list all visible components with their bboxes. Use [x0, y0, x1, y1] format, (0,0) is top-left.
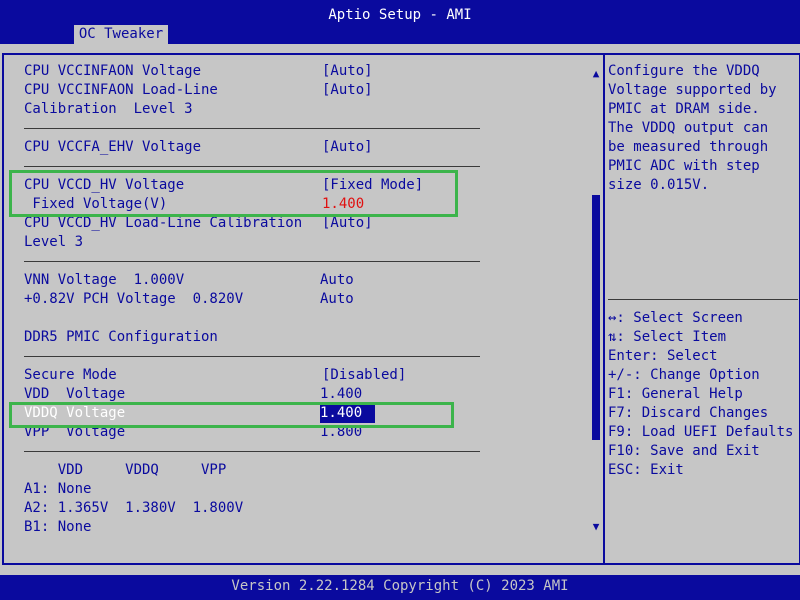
- setting-label-vccfa-ehv-voltage[interactable]: CPU VCCFA_EHV Voltage: [24, 138, 201, 157]
- app-title: Aptio Setup - AMI: [328, 7, 472, 23]
- setting-value-secure-mode[interactable]: [Disabled]: [322, 366, 406, 385]
- info-value-vnn-voltage: Auto: [320, 272, 354, 288]
- scroll-down-arrow-icon[interactable]: ▼: [590, 521, 602, 533]
- help-text-line: Configure the VDDQ: [608, 63, 760, 79]
- info-label-pch-voltage: +0.82V PCH Voltage 0.820V: [24, 291, 244, 307]
- pmic-table-row: A2: 1.365V 1.380V 1.800V: [24, 500, 244, 516]
- panel-divider: [603, 53, 605, 565]
- help-text-line: Voltage supported by: [608, 82, 777, 98]
- setting-label-vccinfaon-voltage[interactable]: CPU VCCINFAON Voltage: [24, 62, 201, 81]
- divider: [24, 261, 480, 262]
- key-legend-select-item: ⇅: Select Item: [608, 329, 727, 345]
- key-legend-load-defaults: F9: Load UEFI Defaults: [608, 424, 794, 440]
- help-text-line: size 0.015V.: [608, 177, 710, 193]
- key-legend-general-help: F1: General Help: [608, 386, 743, 402]
- scrollbar-thumb[interactable]: [592, 195, 600, 440]
- divider: [24, 166, 480, 167]
- section-heading-ddr5-pmic: DDR5 PMIC Configuration: [24, 329, 218, 345]
- info-value-pch-voltage: Auto: [320, 291, 354, 307]
- pmic-table-row: A1: None: [24, 481, 92, 497]
- divider: [24, 451, 480, 452]
- setting-label-vccinfaon-llc[interactable]: CPU VCCINFAON Load-Line: [24, 81, 218, 100]
- scroll-up-arrow-icon[interactable]: ▲: [590, 68, 602, 80]
- key-legend-discard-changes: F7: Discard Changes: [608, 405, 769, 421]
- setting-label-secure-mode[interactable]: Secure Mode: [24, 366, 117, 385]
- key-legend-exit: ESC: Exit: [608, 462, 684, 478]
- info-label-vnn-voltage: VNN Voltage 1.000V: [24, 272, 185, 288]
- help-text-line: PMIC at DRAM side.: [608, 101, 760, 117]
- setting-value-vccfa-ehv-voltage[interactable]: [Auto]: [322, 138, 373, 157]
- key-legend-enter: Enter: Select: [608, 348, 718, 364]
- key-legend-select-screen: ↔: Select Screen: [608, 310, 743, 326]
- divider: [24, 128, 480, 129]
- setting-value-vccinfaon-voltage[interactable]: [Auto]: [322, 62, 373, 81]
- tab-oc-tweaker[interactable]: OC Tweaker: [74, 25, 168, 44]
- setting-label-vccinfaon-llc-cont[interactable]: Calibration Level 3: [24, 100, 193, 119]
- version-footer: Version 2.22.1284 Copyright (C) 2023 AMI: [231, 578, 569, 594]
- divider: [24, 356, 480, 357]
- key-legend-change-option: +/-: Change Option: [608, 367, 760, 383]
- highlight-box-vccd-hv: [9, 170, 458, 217]
- setting-value-vccinfaon-llc[interactable]: [Auto]: [322, 81, 373, 100]
- pmic-table-row: B1: None: [24, 519, 92, 535]
- highlight-box-vddq: [9, 402, 454, 428]
- pmic-table-header: VDD VDDQ VPP: [24, 462, 227, 478]
- help-divider: [608, 299, 798, 300]
- help-text-line: be measured through: [608, 139, 769, 155]
- help-text-line: PMIC ADC with step: [608, 158, 760, 174]
- setting-label-vccd-hv-llc-cont[interactable]: Level 3: [24, 233, 83, 252]
- key-legend-save-exit: F10: Save and Exit: [608, 443, 760, 459]
- help-text-line: The VDDQ output can: [608, 120, 769, 136]
